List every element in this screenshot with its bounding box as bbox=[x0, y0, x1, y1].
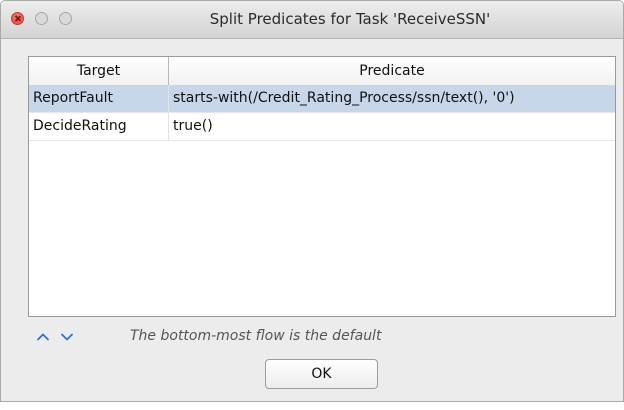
predicate-cell[interactable]: starts-with(/Credit_Rating_Process/ssn/t… bbox=[169, 85, 615, 112]
column-header-predicate[interactable]: Predicate bbox=[169, 57, 615, 85]
title-bar[interactable]: Split Predicates for Task 'ReceiveSSN' bbox=[1, 1, 623, 39]
predicate-cell[interactable]: true() bbox=[169, 113, 615, 140]
move-down-icon[interactable] bbox=[60, 330, 74, 344]
close-window-icon[interactable] bbox=[11, 12, 24, 25]
zoom-window-icon[interactable] bbox=[59, 12, 72, 25]
move-up-icon[interactable] bbox=[36, 330, 50, 344]
column-header-target[interactable]: Target bbox=[29, 57, 169, 85]
window-title: Split Predicates for Task 'ReceiveSSN' bbox=[209, 10, 491, 28]
target-cell[interactable]: ReportFault bbox=[29, 85, 169, 112]
table-row[interactable]: DecideRating true() bbox=[29, 113, 615, 141]
default-flow-hint: The bottom-most flow is the default bbox=[130, 328, 382, 344]
dialog-window: Split Predicates for Task 'ReceiveSSN' T… bbox=[0, 0, 624, 402]
reorder-controls: The bottom-most flow is the default bbox=[28, 327, 618, 349]
ok-button[interactable]: OK bbox=[265, 359, 378, 389]
table-row[interactable]: ReportFault starts-with(/Credit_Rating_P… bbox=[29, 85, 615, 113]
target-cell[interactable]: DecideRating bbox=[29, 113, 169, 140]
table-header: Target Predicate bbox=[29, 57, 615, 86]
predicates-table: Target Predicate ReportFault starts-with… bbox=[28, 56, 616, 317]
minimize-window-icon[interactable] bbox=[35, 12, 48, 25]
